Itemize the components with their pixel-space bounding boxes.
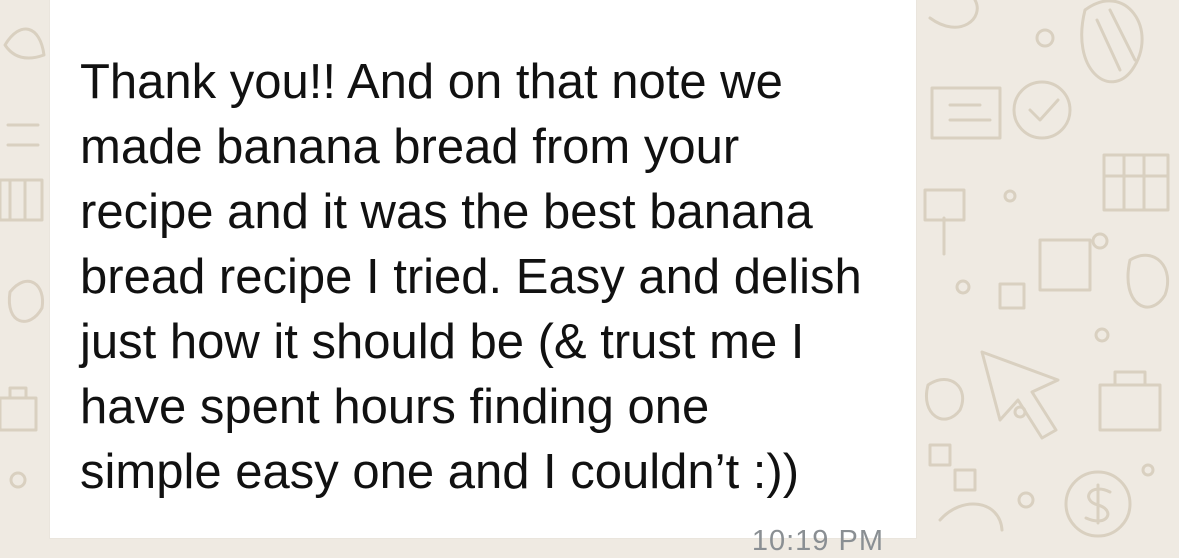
incoming-message-bubble[interactable]: Thank you!! And on that note we made ban… (50, 0, 916, 557)
message-text: Thank you!! And on that note we made ban… (80, 55, 862, 499)
message-timestamp: 10:19 PM (751, 525, 884, 557)
